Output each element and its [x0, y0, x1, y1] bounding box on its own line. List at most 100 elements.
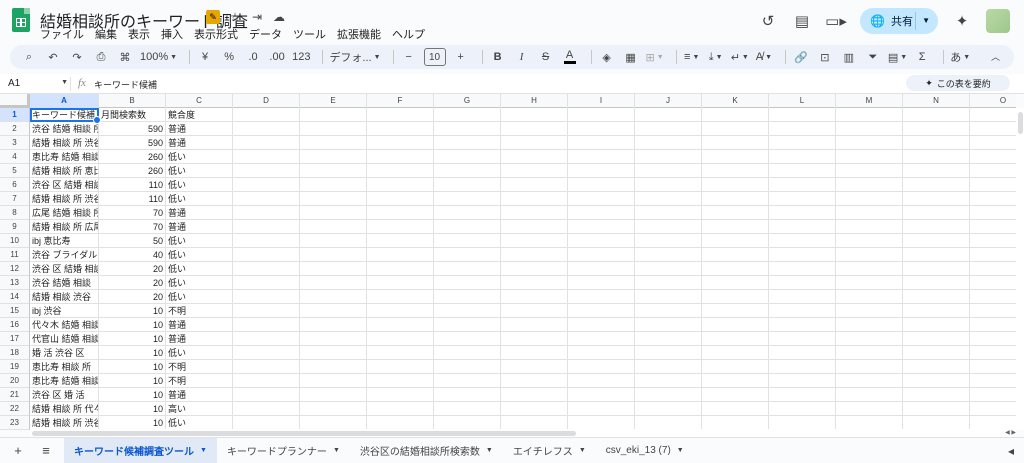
grid-cell[interactable]: [836, 150, 903, 164]
grid-cell[interactable]: [568, 122, 635, 136]
redo-icon[interactable]: ↷: [68, 47, 86, 67]
grid-cell[interactable]: [769, 360, 836, 374]
strikethrough-icon[interactable]: S: [537, 47, 555, 67]
grid-cell[interactable]: [568, 178, 635, 192]
grid-cell[interactable]: [367, 178, 434, 192]
grid-cell[interactable]: 代官山 結婚 相談 所: [30, 332, 99, 346]
grid-cell[interactable]: [300, 108, 367, 122]
grid-cell[interactable]: 10: [99, 416, 166, 430]
sheet-tab[interactable]: 渋谷区の結婚相談所検索数 ▼: [350, 438, 503, 463]
grid-cell[interactable]: [501, 290, 568, 304]
input-tools-button[interactable]: あ ▼: [950, 47, 970, 67]
row-header[interactable]: 15: [0, 304, 30, 318]
grid-cell[interactable]: [568, 220, 635, 234]
grid-cell[interactable]: [635, 150, 702, 164]
grid-cell[interactable]: [501, 150, 568, 164]
grid-cell[interactable]: [367, 290, 434, 304]
grid-cell[interactable]: [367, 360, 434, 374]
grid-cell[interactable]: 普通: [166, 332, 233, 346]
grid-cell[interactable]: [836, 136, 903, 150]
grid-cell[interactable]: [300, 136, 367, 150]
grid-cell[interactable]: [367, 136, 434, 150]
grid-cell[interactable]: [702, 374, 769, 388]
grid-cell[interactable]: [367, 304, 434, 318]
grid-cell[interactable]: [233, 416, 300, 430]
label-icon[interactable]: ✎: [206, 10, 220, 24]
grid-cell[interactable]: 結婚 相談 所 渋谷 区: [30, 192, 99, 206]
grid-cell[interactable]: [568, 318, 635, 332]
grid-cell[interactable]: [635, 262, 702, 276]
grid-cell[interactable]: 渋谷 区 結婚 相談: [30, 262, 99, 276]
grid-cell[interactable]: [300, 234, 367, 248]
grid-cell[interactable]: [970, 346, 1016, 360]
borders-icon[interactable]: ▦: [622, 47, 640, 67]
grid-cell[interactable]: 10: [99, 402, 166, 416]
grid-cell[interactable]: [903, 290, 970, 304]
grid-cell[interactable]: [300, 290, 367, 304]
grid-cell[interactable]: [635, 402, 702, 416]
grid-cell[interactable]: [836, 318, 903, 332]
column-header[interactable]: A: [30, 94, 99, 108]
grid-cell[interactable]: 低い: [166, 192, 233, 206]
text-rotate-icon[interactable]: A̸ ▼: [755, 47, 773, 67]
grid-cell[interactable]: [501, 164, 568, 178]
grid-cell[interactable]: [970, 332, 1016, 346]
grid-cell[interactable]: [769, 374, 836, 388]
grid-cell[interactable]: [635, 234, 702, 248]
grid-cell[interactable]: [300, 178, 367, 192]
grid-cell[interactable]: [769, 290, 836, 304]
grid-cell[interactable]: [568, 234, 635, 248]
grid-cell[interactable]: [836, 262, 903, 276]
chevron-down-icon[interactable]: ▼: [200, 447, 207, 454]
grid-cell[interactable]: [300, 262, 367, 276]
grid-cell[interactable]: [434, 416, 501, 430]
row-header[interactable]: 18: [0, 346, 30, 360]
grid-cell[interactable]: [769, 248, 836, 262]
grid-cell[interactable]: [367, 220, 434, 234]
grid-cell[interactable]: [903, 248, 970, 262]
grid-cell[interactable]: 低い: [166, 234, 233, 248]
grid-cell[interactable]: [434, 248, 501, 262]
grid-cell[interactable]: [367, 402, 434, 416]
grid-cell[interactable]: [970, 122, 1016, 136]
grid-cell[interactable]: [501, 416, 568, 430]
grid-cell[interactable]: [434, 206, 501, 220]
decimal-increase-button[interactable]: .00: [268, 47, 286, 67]
row-header[interactable]: 10: [0, 234, 30, 248]
row-header[interactable]: 14: [0, 290, 30, 304]
menu-tools[interactable]: ツール: [293, 26, 326, 42]
grid-cell[interactable]: [702, 178, 769, 192]
row-header[interactable]: 22: [0, 402, 30, 416]
grid-cell[interactable]: 20: [99, 276, 166, 290]
grid-cell[interactable]: 普通: [166, 388, 233, 402]
grid-cell[interactable]: [501, 262, 568, 276]
grid-cell[interactable]: [970, 416, 1016, 430]
grid-cell[interactable]: [970, 220, 1016, 234]
grid-cell[interactable]: [233, 108, 300, 122]
grid-cell[interactable]: [769, 304, 836, 318]
grid-cell[interactable]: [434, 374, 501, 388]
grid-cell[interactable]: [300, 416, 367, 430]
grid-cell[interactable]: [568, 290, 635, 304]
grid-cell[interactable]: [233, 220, 300, 234]
grid-cell[interactable]: [635, 248, 702, 262]
column-header[interactable]: C: [166, 94, 233, 108]
grid-cell[interactable]: [434, 304, 501, 318]
grid-cell[interactable]: [367, 346, 434, 360]
grid-cell[interactable]: [501, 318, 568, 332]
insert-comment-icon[interactable]: ⊡: [816, 47, 834, 67]
grid-cell[interactable]: [769, 346, 836, 360]
grid-cell[interactable]: 月間検索数: [99, 108, 166, 122]
grid-cell[interactable]: [903, 164, 970, 178]
grid-cell[interactable]: 110: [99, 192, 166, 206]
avatar[interactable]: [986, 9, 1010, 33]
horizontal-scroll-thumb[interactable]: [32, 431, 576, 436]
grid-cell[interactable]: [970, 276, 1016, 290]
grid-cell[interactable]: [769, 416, 836, 430]
grid-cell[interactable]: [903, 276, 970, 290]
grid-cell[interactable]: [769, 164, 836, 178]
grid-cell[interactable]: [836, 332, 903, 346]
font-size-increase-button[interactable]: +: [452, 47, 470, 67]
grid-cell[interactable]: [769, 150, 836, 164]
column-header[interactable]: E: [300, 94, 367, 108]
